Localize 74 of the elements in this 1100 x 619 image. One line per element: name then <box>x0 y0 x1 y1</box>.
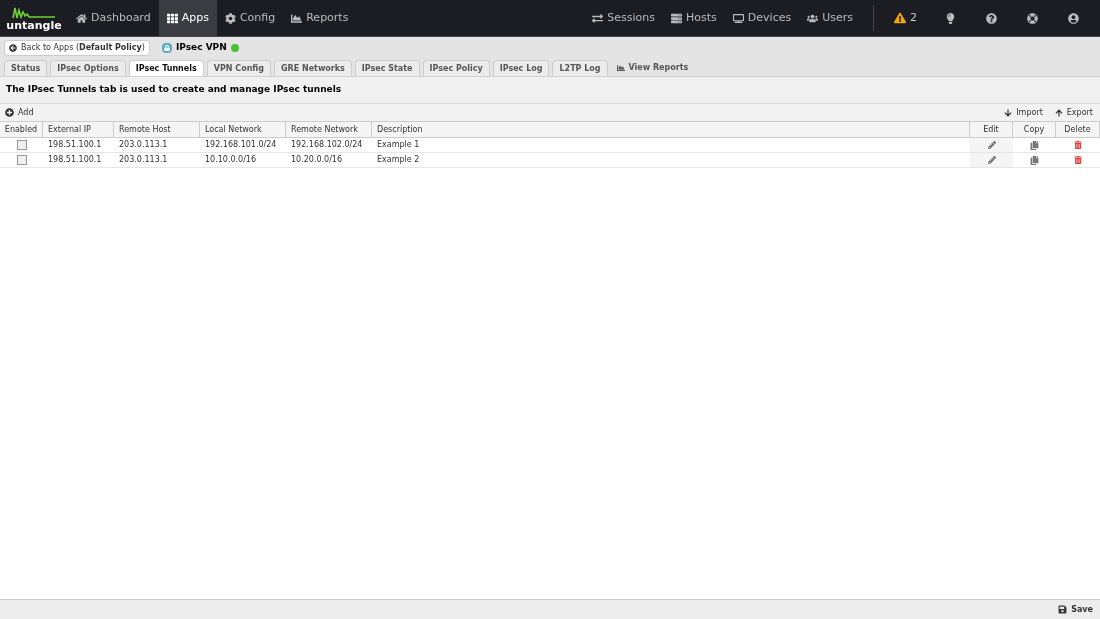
checkbox[interactable] <box>16 140 27 150</box>
lifebuoy-icon[interactable] <box>1027 12 1038 24</box>
add-button[interactable]: Add <box>5 106 34 119</box>
lightbulb-icon[interactable] <box>945 12 956 24</box>
users-icon <box>807 12 819 24</box>
table-cell: 10.20.0.0/16 <box>291 154 343 166</box>
column-header[interactable]: Edit <box>970 122 1013 137</box>
tab[interactable]: IPsec Log <box>492 60 550 76</box>
home-icon <box>76 12 87 24</box>
view-reports-link[interactable]: View Reports <box>610 60 695 76</box>
area-chart-icon <box>291 12 303 24</box>
table-cell: 203.0.113.1 <box>119 154 168 166</box>
trash-icon[interactable] <box>1074 141 1082 149</box>
grid-icon <box>166 12 178 24</box>
column-header[interactable]: Copy <box>1013 122 1056 137</box>
back-arrow-icon <box>9 43 17 52</box>
arrows-icon <box>592 12 604 24</box>
description-text: The IPsec Tunnels tab is used to create and manage IPsec tunnels <box>6 83 342 97</box>
column-header[interactable]: Remote Host <box>114 122 200 137</box>
table-cell: 192.168.102.0/24 <box>291 139 363 151</box>
table-cell: Example 1 <box>377 139 420 151</box>
checkbox[interactable] <box>16 155 27 165</box>
save-button[interactable]: Save <box>1058 603 1093 616</box>
table-cell: 203.0.113.1 <box>119 139 168 151</box>
gear-icon <box>224 12 236 24</box>
tab[interactable]: IPsec Options <box>50 60 126 76</box>
nav-link[interactable]: Sessions <box>584 9 664 27</box>
pencil-icon[interactable] <box>987 141 996 149</box>
tab[interactable]: Status <box>4 60 48 76</box>
table-cell: 198.51.100.1 <box>48 154 102 166</box>
nav-tab[interactable]: Reports <box>283 0 357 36</box>
monitor-icon <box>732 12 744 24</box>
trash-icon[interactable] <box>1074 156 1082 164</box>
up-arrow-icon <box>1054 108 1063 117</box>
help-icon[interactable] <box>986 12 997 24</box>
tab[interactable]: GRE Networks <box>274 60 352 76</box>
server-icon <box>671 12 683 24</box>
app-icon <box>161 42 172 53</box>
nav-tab[interactable]: Dashboard <box>68 0 159 36</box>
table-cell: 10.10.0.0/16 <box>205 154 257 166</box>
warning-icon <box>894 12 906 24</box>
copy-icon[interactable] <box>1030 155 1039 165</box>
app-title: IPsec VPN <box>175 40 227 54</box>
nav-link[interactable]: Users <box>799 9 861 27</box>
nav-link[interactable]: Hosts <box>663 9 725 27</box>
column-header[interactable]: Remote Network <box>286 122 372 137</box>
alerts-button[interactable]: 2 <box>886 9 925 27</box>
table-cell: 192.168.101.0/24 <box>205 139 277 151</box>
column-header[interactable]: Local Network <box>200 122 286 137</box>
down-arrow-icon <box>1004 108 1013 117</box>
wave-logo-icon <box>12 5 56 20</box>
column-header[interactable]: Delete <box>1056 122 1100 137</box>
nav-link[interactable]: Devices <box>724 9 800 27</box>
tab[interactable]: IPsec Tunnels <box>128 60 204 76</box>
export-button[interactable]: Export <box>1054 106 1093 119</box>
account-icon[interactable] <box>1068 12 1079 24</box>
table-cell: 198.51.100.1 <box>48 139 102 151</box>
nav-tab[interactable]: Apps <box>158 0 217 36</box>
tab[interactable]: L2TP Log <box>552 60 608 76</box>
back-button[interactable]: Back to Apps (Default Policy) <box>4 39 150 56</box>
column-header[interactable]: External IP <box>43 122 114 137</box>
tab[interactable]: IPsec State <box>354 60 420 76</box>
copy-icon[interactable] <box>1030 140 1039 150</box>
plus-icon <box>5 108 14 117</box>
column-header[interactable]: Enabled <box>0 122 43 137</box>
import-button[interactable]: Import <box>1004 106 1043 119</box>
column-header[interactable]: Description <box>372 122 970 137</box>
pencil-icon[interactable] <box>987 156 996 164</box>
nav-tab[interactable]: Config <box>216 0 284 36</box>
tab[interactable]: VPN Config <box>206 60 271 76</box>
logo-text: untangle <box>6 19 62 31</box>
tab[interactable]: IPsec Policy <box>422 60 490 76</box>
area-chart-icon <box>616 64 625 72</box>
table-cell: Example 2 <box>377 154 420 166</box>
